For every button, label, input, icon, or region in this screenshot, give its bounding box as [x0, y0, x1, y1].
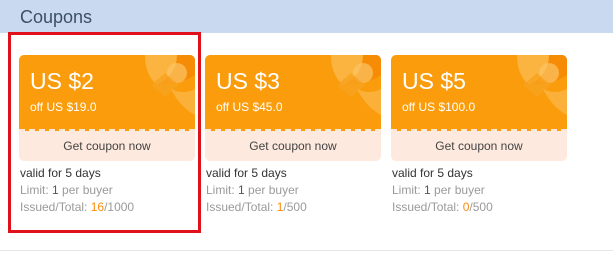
- coupon-amount: US $3: [216, 68, 280, 94]
- limit-value: 1: [238, 183, 245, 197]
- coupon-amount: US $5: [402, 68, 466, 94]
- coupon-details: valid for 5 days Limit: 1 per buyer Issu…: [205, 165, 381, 216]
- coupon-condition: off US $45.0: [216, 100, 283, 114]
- limit-suffix: per buyer: [248, 183, 299, 197]
- coupon-card: US $5 off US $100.0 Get coupon now valid…: [391, 55, 567, 216]
- coupon-decoration-icon: [331, 55, 381, 115]
- total-value: /500: [469, 200, 493, 214]
- issued-label: Issued/Total:: [206, 200, 274, 214]
- get-coupon-button[interactable]: Get coupon now: [391, 131, 567, 161]
- coupon-face: US $3 off US $45.0: [205, 55, 381, 131]
- coupon-perforation: [391, 129, 567, 131]
- total-value: /500: [283, 200, 307, 214]
- coupon-limit: Limit: 1 per buyer: [206, 182, 381, 199]
- coupon-issued: Issued/Total: 0/500: [392, 199, 567, 216]
- section-divider: [0, 250, 613, 251]
- coupon-limit: Limit: 1 per buyer: [392, 182, 567, 199]
- limit-value: 1: [424, 183, 431, 197]
- coupons-header: Coupons: [0, 0, 613, 33]
- highlight-annotation-box: [8, 32, 201, 233]
- coupon-validity: valid for 5 days: [392, 166, 473, 180]
- limit-label: Limit:: [392, 183, 421, 197]
- coupon-decoration-icon: [517, 55, 567, 115]
- limit-label: Limit:: [206, 183, 235, 197]
- coupon-perforation: [205, 129, 381, 131]
- limit-suffix: per buyer: [434, 183, 485, 197]
- get-coupon-button[interactable]: Get coupon now: [205, 131, 381, 161]
- coupon-face: US $5 off US $100.0: [391, 55, 567, 131]
- coupon-condition: off US $100.0: [402, 100, 476, 114]
- section-title: Coupons: [20, 7, 93, 27]
- coupon-card: US $3 off US $45.0 Get coupon now valid …: [205, 55, 381, 216]
- coupon-validity: valid for 5 days: [206, 166, 287, 180]
- coupon-details: valid for 5 days Limit: 1 per buyer Issu…: [391, 165, 567, 216]
- coupon-issued: Issued/Total: 1/500: [206, 199, 381, 216]
- issued-label: Issued/Total:: [392, 200, 460, 214]
